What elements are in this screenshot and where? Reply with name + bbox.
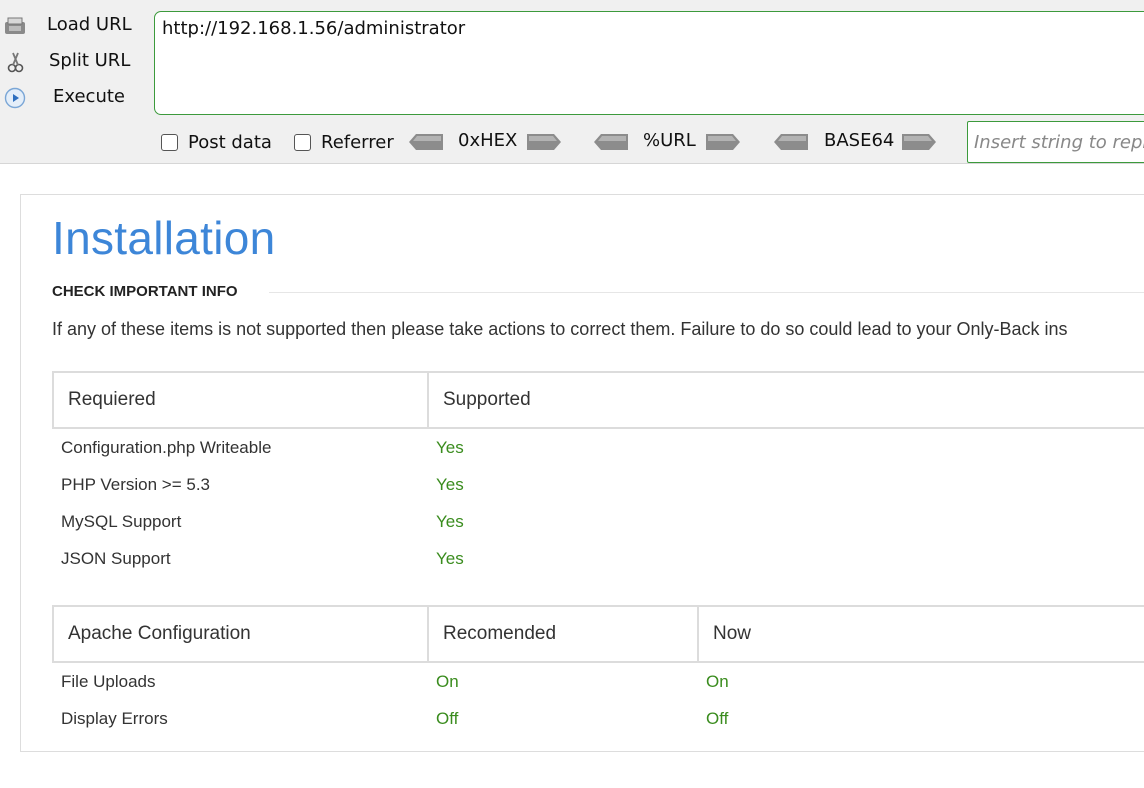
- play-icon: [4, 87, 26, 109]
- hex-decode-arrow-icon[interactable]: [408, 132, 444, 152]
- table-row: PHP Version >= 5.3 Yes: [53, 466, 1144, 503]
- setting-recommended: On: [436, 671, 459, 691]
- post-data-checkbox[interactable]: Post data: [161, 130, 272, 154]
- hex-encoder: 0xHEX: [408, 130, 563, 154]
- scissors-icon: [7, 52, 24, 73]
- setting-name: Display Errors: [61, 708, 168, 728]
- requirement-status: Yes: [436, 511, 464, 531]
- intro-text: If any of these items is not supported t…: [52, 319, 1068, 339]
- table-row: JSON Support Yes: [53, 540, 1144, 577]
- execute-label: Execute: [53, 86, 125, 107]
- page-title: Installation: [52, 212, 276, 264]
- referrer-checkbox-box[interactable]: [294, 133, 311, 151]
- requirement-name: PHP Version >= 5.3: [61, 474, 211, 494]
- replace-string-input[interactable]: [967, 121, 1144, 163]
- table-row: MySQL Support Yes: [53, 503, 1144, 540]
- base64-encode-arrow-icon[interactable]: [901, 132, 937, 152]
- url-input[interactable]: [154, 11, 1144, 115]
- post-data-label: Post data: [188, 131, 272, 153]
- url-label: %URL: [643, 130, 696, 151]
- section-heading: CHECK IMPORTANT INFO: [52, 283, 238, 300]
- col-header-required: Requiered: [52, 371, 429, 429]
- table-row: Display Errors Off Off: [53, 700, 1144, 737]
- referrer-label: Referrer: [321, 131, 394, 153]
- col-header-supported: Supported: [427, 371, 1144, 429]
- section-divider: [269, 292, 1144, 293]
- setting-now: Off: [706, 708, 729, 728]
- hackbar-toolbar: Load URL Split URL Execute Post data Ref…: [0, 0, 1144, 164]
- load-url-button[interactable]: Load URL: [0, 10, 150, 42]
- load-url-icon: [5, 17, 25, 34]
- url-encoder: %URL: [593, 130, 743, 154]
- requirement-status: Yes: [436, 548, 464, 568]
- hex-label: 0xHEX: [458, 130, 518, 151]
- col-header-now: Now: [697, 605, 1144, 663]
- requirement-name: MySQL Support: [61, 511, 182, 531]
- col-header-recommended: Recomended: [427, 605, 699, 663]
- post-data-checkbox-box[interactable]: [161, 133, 178, 151]
- split-url-button[interactable]: Split URL: [0, 46, 150, 78]
- table-header-row: Requiered Supported: [52, 371, 1144, 429]
- base64-label: BASE64: [824, 130, 895, 151]
- apache-config-table: Apache Configuration Recomended Now File…: [52, 605, 1144, 737]
- requirement-name: JSON Support: [61, 548, 171, 568]
- referrer-checkbox[interactable]: Referrer: [294, 130, 394, 154]
- requirement-status: Yes: [436, 474, 464, 494]
- split-url-label: Split URL: [49, 50, 131, 71]
- load-url-label: Load URL: [47, 14, 132, 35]
- table-row: Configuration.php Writeable Yes: [53, 428, 1144, 466]
- hex-encode-arrow-icon[interactable]: [526, 132, 562, 152]
- setting-recommended: Off: [436, 708, 459, 728]
- table-header-row: Apache Configuration Recomended Now: [52, 605, 1144, 663]
- requirement-name: Configuration.php Writeable: [61, 437, 272, 457]
- setting-now: On: [706, 671, 729, 691]
- installation-panel: Installation CHECK IMPORTANT INFO If any…: [20, 194, 1144, 752]
- url-decode-arrow-icon[interactable]: [593, 132, 629, 152]
- requirement-status: Yes: [436, 437, 464, 457]
- col-header-apache: Apache Configuration: [52, 605, 429, 663]
- base64-decode-arrow-icon[interactable]: [773, 132, 809, 152]
- requirements-table: Requiered Supported Configuration.php Wr…: [52, 371, 1144, 577]
- url-encode-arrow-icon[interactable]: [705, 132, 741, 152]
- table-row: File Uploads On On: [53, 662, 1144, 700]
- setting-name: File Uploads: [61, 671, 156, 691]
- base64-encoder: BASE64: [773, 130, 938, 154]
- execute-button[interactable]: Execute: [0, 82, 150, 114]
